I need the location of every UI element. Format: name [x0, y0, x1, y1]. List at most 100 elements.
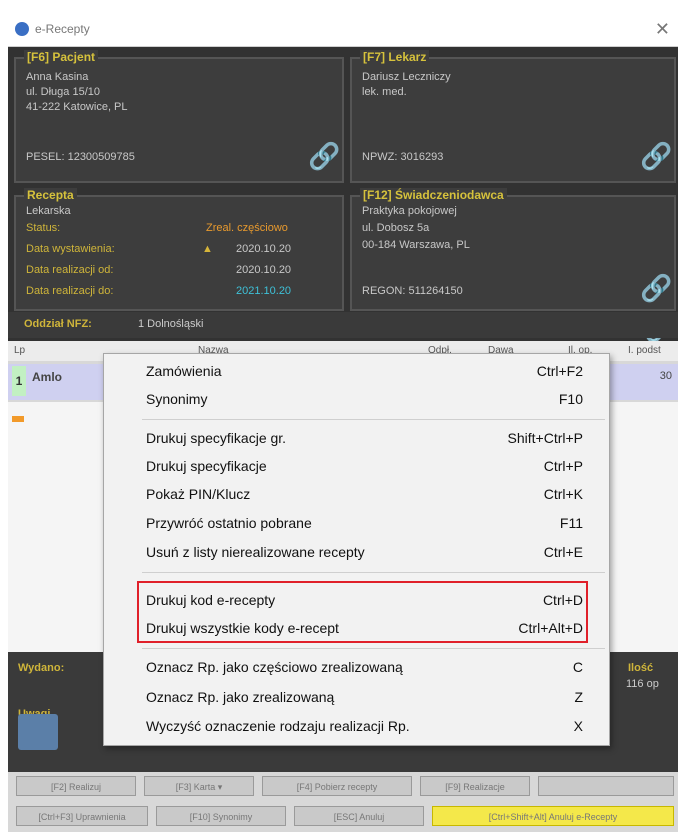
issued-value: 2020.10.20	[236, 243, 292, 255]
menu-item-mark-realized[interactable]: Oznacz Rp. jako zrealizowaną Z	[104, 684, 609, 710]
menu-item-label: Zamówienia	[146, 363, 222, 379]
to-value: 2021.10.20	[236, 285, 292, 297]
doctor-npwz: NPWZ: 3016293	[362, 151, 444, 163]
app-icon	[15, 22, 29, 36]
card-button[interactable]: [F3] Karta ▾	[144, 776, 254, 796]
menu-item-shortcut: X	[573, 718, 583, 734]
header-panels: [F6] Pacjent Anna Kasina ul. Długa 15/10…	[8, 47, 678, 341]
menu-item-label: Synonimy	[146, 391, 208, 407]
link-icon[interactable]: 🔗	[640, 143, 672, 169]
menu-item-restore-last[interactable]: Przywróć ostatnio pobrane F11	[104, 510, 609, 536]
menu-item-shortcut: Z	[574, 689, 583, 705]
issued-label: Data wystawienia:	[26, 243, 115, 255]
warning-icon: ▲	[202, 243, 213, 255]
menu-item-remove-unrealized[interactable]: Usuń z listy nierealizowane recepty Ctrl…	[104, 539, 609, 565]
menu-item-clear-realization-mark[interactable]: Wyczyść oznaczenie rodzaju realizacji Rp…	[104, 713, 609, 739]
nfz-branch-bar: Oddział NFZ: 1 Dolnośląski	[8, 312, 678, 338]
menu-item-print-spec-group[interactable]: Drukuj specyfikacje gr. Shift+Ctrl+P	[104, 425, 609, 451]
prescription-panel: Recepta Lekarska Status: Zreal. częściow…	[14, 188, 344, 311]
menu-item-shortcut: Ctrl+Alt+D	[518, 620, 583, 636]
menu-item-shortcut: Ctrl+P	[543, 458, 583, 474]
doctor-name: Dariusz Leczniczy	[362, 71, 451, 83]
broken-link-icon[interactable]: 🔗	[640, 275, 672, 301]
status-strip	[12, 416, 24, 422]
menu-item-shortcut: Ctrl+F2	[536, 363, 583, 379]
status-value: Zreal. częściowo	[206, 222, 288, 234]
menu-item-label: Przywróć ostatnio pobrane	[146, 515, 312, 531]
button-row-2: [Ctrl+F3] Uprawnienia [F10] Synonimy [ES…	[8, 802, 678, 830]
patient-address1: ul. Długa 15/10	[26, 86, 100, 98]
doctor-role: lek. med.	[362, 86, 407, 98]
menu-item-print-e-prescription-code[interactable]: Drukuj kod e-recepty Ctrl+D	[104, 587, 609, 613]
synonyms-button[interactable]: [F10] Synonimy	[156, 806, 286, 826]
permissions-button[interactable]: [Ctrl+F3] Uprawnienia	[16, 806, 148, 826]
cancel-button[interactable]: [ESC] Anuluj	[294, 806, 424, 826]
menu-item-label: Oznacz Rp. jako częściowo zrealizowaną	[146, 659, 403, 675]
menu-item-label: Drukuj wszystkie kody e-recept	[146, 620, 339, 636]
menu-item-shortcut: F10	[558, 391, 583, 407]
menu-item-orders[interactable]: Zamówienia Ctrl+F2	[104, 358, 609, 384]
provider-panel-title: [F12] Świadczeniodawca	[360, 188, 507, 202]
menu-separator	[142, 419, 605, 420]
cancel-e-prescriptions-button[interactable]: [Ctrl+Shift+Alt] Anuluj e-Recepty	[432, 806, 674, 826]
doctor-panel-title: [F7] Lekarz	[360, 50, 430, 64]
realizations-button[interactable]: [F9] Realizacje	[420, 776, 530, 796]
status-label: Status:	[26, 222, 61, 234]
quantity-value: 116 op	[626, 678, 659, 690]
row-number: 1	[12, 366, 26, 396]
provider-panel[interactable]: [F12] Świadczeniodawca Praktyka pokojowe…	[350, 188, 676, 311]
empty-button[interactable]	[538, 776, 674, 796]
prescription-type: Lekarska	[26, 205, 71, 217]
menu-item-label: Usuń z listy nierealizowane recepty	[146, 544, 365, 560]
menu-item-label: Wyczyść oznaczenie rodzaju realizacji Rp…	[146, 718, 410, 734]
close-icon[interactable]: ✕	[655, 19, 670, 40]
menu-item-shortcut: Ctrl+E	[543, 544, 583, 560]
menu-separator	[142, 648, 605, 649]
menu-item-shortcut: F11	[559, 515, 583, 531]
menu-item-shortcut: Ctrl+K	[543, 486, 583, 502]
menu-item-label: Drukuj specyfikacje gr.	[146, 430, 287, 446]
menu-item-label: Pokaż PIN/Klucz	[146, 486, 251, 502]
patient-name: Anna Kasina	[26, 71, 89, 83]
prescription-panel-title: Recepta	[24, 188, 77, 202]
fetch-prescriptions-button[interactable]: [F4] Pobierz recepty	[262, 776, 412, 796]
issued-label: Wydano:	[18, 662, 65, 674]
from-label: Data realizacji od:	[26, 264, 114, 276]
quantity-label: Ilość	[628, 662, 654, 674]
menu-item-mark-partially-realized[interactable]: Oznacz Rp. jako częściowo zrealizowaną C	[104, 654, 609, 680]
link-icon[interactable]: 🔗	[308, 143, 340, 169]
row-value: 30	[659, 370, 672, 382]
col-podst: I. podst	[628, 345, 661, 356]
menu-item-label: Drukuj kod e-recepty	[146, 592, 276, 608]
menu-separator	[142, 572, 605, 573]
col-lp: Lp	[14, 345, 26, 356]
pen-icon[interactable]	[18, 714, 58, 750]
patient-panel-title: [F6] Pacjent	[24, 50, 99, 64]
menu-item-label: Drukuj specyfikacje	[146, 458, 267, 474]
provider-city: 00-184 Warszawa, PL	[362, 239, 470, 251]
to-label: Data realizacji do:	[26, 285, 114, 297]
nfz-branch-value: 1 Dolnośląski	[138, 318, 204, 330]
menu-item-label: Oznacz Rp. jako zrealizowaną	[146, 689, 335, 705]
from-value: 2020.10.20	[236, 264, 292, 276]
patient-panel[interactable]: [F6] Pacjent Anna Kasina ul. Długa 15/10…	[14, 50, 344, 183]
menu-item-synonyms[interactable]: Synonimy F10	[104, 386, 609, 412]
doctor-panel[interactable]: [F7] Lekarz Dariusz Leczniczy lek. med. …	[350, 50, 676, 183]
title-bar: e-Recepty ✕	[8, 12, 678, 47]
provider-street: ul. Dobosz 5a	[362, 222, 430, 234]
menu-item-shortcut: Ctrl+D	[542, 592, 583, 608]
patient-address2: 41-222 Katowice, PL	[26, 101, 128, 113]
patient-pesel: PESEL: 12300509785	[26, 151, 135, 163]
row-name: Amlo	[32, 370, 62, 384]
provider-regon: REGON: 511264150	[362, 285, 463, 297]
menu-item-shortcut: C	[572, 659, 583, 675]
menu-item-show-pin[interactable]: Pokaż PIN/Klucz Ctrl+K	[104, 481, 609, 507]
button-row-1: [F2] Realizuj [F3] Karta ▾ [F4] Pobierz …	[8, 772, 678, 800]
menu-item-print-all-e-prescription-codes[interactable]: Drukuj wszystkie kody e-recept Ctrl+Alt+…	[104, 615, 609, 641]
context-menu: Zamówienia Ctrl+F2 Synonimy F10 Drukuj s…	[103, 353, 610, 746]
window-title: e-Recepty	[35, 22, 90, 36]
nfz-branch-label: Oddział NFZ:	[24, 318, 92, 330]
menu-item-print-spec[interactable]: Drukuj specyfikacje Ctrl+P	[104, 453, 609, 479]
realize-button[interactable]: [F2] Realizuj	[16, 776, 136, 796]
menu-item-shortcut: Shift+Ctrl+P	[507, 430, 583, 446]
